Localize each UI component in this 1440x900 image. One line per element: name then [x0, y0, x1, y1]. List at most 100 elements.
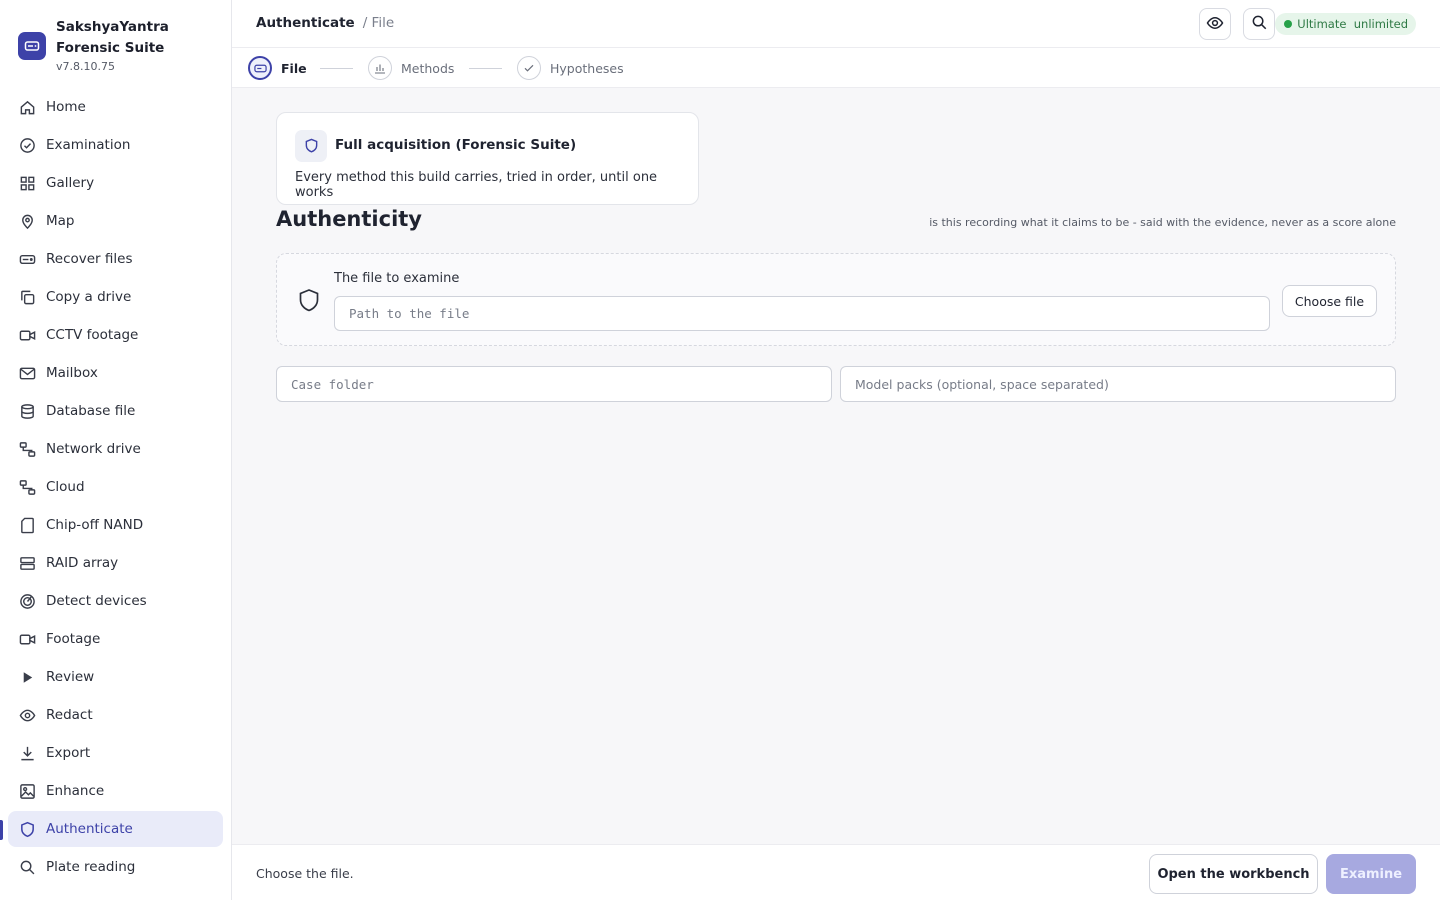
- shield-icon: [295, 130, 327, 162]
- sidebar-item-label: Enhance: [46, 783, 105, 799]
- sidebar-item-label: Home: [46, 99, 86, 115]
- card-description: Every method this build carries, tried i…: [295, 170, 658, 200]
- video-icon: [18, 630, 36, 648]
- license-badge-label: Ultimate unlimited: [1297, 17, 1408, 31]
- preview-button[interactable]: [1199, 8, 1231, 40]
- sidebar-item-label: Redact: [46, 707, 93, 723]
- sidebar-item-gallery[interactable]: Gallery: [8, 165, 223, 201]
- grid-icon: [18, 174, 36, 192]
- case-folder-input[interactable]: [276, 366, 832, 402]
- sidebar-item-chip-off-nand[interactable]: Chip-off NAND: [8, 507, 223, 543]
- step-label: Methods: [401, 60, 455, 76]
- step-methods[interactable]: Methods: [368, 56, 454, 80]
- app-version: v7.8.10.75: [56, 60, 115, 73]
- sidebar-item-review[interactable]: Review: [8, 659, 223, 695]
- sidebar-item-label: Network drive: [46, 441, 141, 457]
- breadcrumb-current: / File: [362, 15, 395, 31]
- sidebar-item-recover-files[interactable]: Recover files: [8, 241, 223, 277]
- page-subtitle: is this recording what it claims to be -…: [929, 216, 1396, 229]
- open-workbench-button[interactable]: Open the workbench: [1149, 854, 1318, 894]
- shield-icon: [297, 288, 321, 318]
- step-label: File: [281, 60, 307, 76]
- sidebar-item-home[interactable]: Home: [8, 89, 223, 125]
- sidebar-item-map[interactable]: Map: [8, 203, 223, 239]
- image-icon: [18, 782, 36, 800]
- file-dropzone[interactable]: The file to examine Choose file: [276, 253, 1396, 346]
- sidebar-item-export[interactable]: Export: [8, 735, 223, 771]
- search-icon: [18, 858, 36, 876]
- sidebar-item-label: Authenticate: [46, 821, 133, 837]
- model-packs-input[interactable]: [840, 366, 1396, 402]
- play-icon: [18, 668, 36, 686]
- hard-drive-icon: [18, 250, 36, 268]
- file-field-label: The file to examine: [334, 271, 460, 286]
- map-pin-icon: [18, 212, 36, 230]
- sidebar-item-label: Cloud: [46, 479, 85, 495]
- sidebar-item-mailbox[interactable]: Mailbox: [8, 355, 223, 391]
- examine-button[interactable]: Examine: [1326, 854, 1416, 894]
- search-icon: [1251, 14, 1268, 34]
- sidebar-item-label: CCTV footage: [46, 327, 139, 343]
- sidebar-item-plate-reading[interactable]: Plate reading: [8, 849, 223, 885]
- step-label: Hypotheses: [550, 60, 624, 76]
- status-dot-icon: [1284, 20, 1293, 28]
- copy-icon: [18, 288, 36, 306]
- choose-file-button[interactable]: Choose file: [1282, 285, 1377, 317]
- acquisition-card[interactable]: Full acquisition (Forensic Suite) Every …: [276, 112, 699, 205]
- sidebar-item-label: Plate reading: [46, 859, 136, 875]
- sidebar-item-label: Footage: [46, 631, 101, 647]
- sd-card-icon: [18, 516, 36, 534]
- sidebar-item-database-file[interactable]: Database file: [8, 393, 223, 429]
- active-indicator: [0, 820, 3, 840]
- app-logo-icon: [18, 32, 46, 60]
- sidebar-item-footage[interactable]: Footage: [8, 621, 223, 657]
- database-icon: [18, 402, 36, 420]
- sidebar-item-label: Mailbox: [46, 365, 98, 381]
- bar-chart-icon: [368, 56, 392, 80]
- card-title: Full acquisition (Forensic Suite): [335, 137, 577, 153]
- action-footer: Choose the file. Open the workbench Exam…: [232, 844, 1440, 900]
- page-title: Authenticity: [276, 207, 422, 231]
- check-icon: [517, 56, 541, 80]
- sidebar-item-cloud[interactable]: Cloud: [8, 469, 223, 505]
- file-path-input[interactable]: [334, 296, 1270, 331]
- home-icon: [18, 98, 36, 116]
- sidebar-item-label: RAID array: [46, 555, 119, 571]
- sidebar-item-label: Examination: [46, 137, 131, 153]
- sidebar-nav: Home Examination Gallery Map Recover fil…: [8, 89, 223, 887]
- sidebar-item-redact[interactable]: Redact: [8, 697, 223, 733]
- sidebar-item-cctv-footage[interactable]: CCTV footage: [8, 317, 223, 353]
- search-button[interactable]: [1243, 8, 1275, 40]
- sidebar-item-raid-array[interactable]: RAID array: [8, 545, 223, 581]
- step-connector: [320, 68, 353, 69]
- breadcrumb: Authenticate / File: [256, 15, 394, 31]
- mail-icon: [18, 364, 36, 382]
- step-file[interactable]: File: [248, 56, 307, 80]
- stepper: File Methods Hypotheses: [232, 48, 1440, 88]
- step-hypotheses[interactable]: Hypotheses: [517, 56, 624, 80]
- radar-icon: [18, 592, 36, 610]
- sidebar-item-label: Recover files: [46, 251, 133, 267]
- download-icon: [18, 744, 36, 762]
- sidebar-item-network-drive[interactable]: Network drive: [8, 431, 223, 467]
- network-icon: [18, 478, 36, 496]
- sidebar-item-authenticate[interactable]: Authenticate: [8, 811, 223, 847]
- sidebar: SakshyaYantra Forensic Suite v7.8.10.75 …: [0, 0, 232, 900]
- breadcrumb-main[interactable]: Authenticate: [256, 15, 355, 31]
- video-icon: [18, 326, 36, 344]
- sidebar-item-label: Database file: [46, 403, 136, 419]
- sidebar-item-examination[interactable]: Examination: [8, 127, 223, 163]
- brand: SakshyaYantra Forensic Suite v7.8.10.75: [18, 17, 216, 73]
- sidebar-item-detect-devices[interactable]: Detect devices: [8, 583, 223, 619]
- sidebar-item-enhance[interactable]: Enhance: [8, 773, 223, 809]
- shield-icon: [18, 820, 36, 838]
- eye-icon: [1206, 14, 1224, 35]
- network-icon: [18, 440, 36, 458]
- server-icon: [18, 554, 36, 572]
- license-badge: Ultimate unlimited: [1275, 13, 1416, 35]
- top-bar: Authenticate / File Ultimate unlimited: [232, 0, 1440, 48]
- sidebar-item-copy-a-drive[interactable]: Copy a drive: [8, 279, 223, 315]
- sidebar-item-label: Copy a drive: [46, 289, 132, 305]
- file-step-icon: [248, 56, 272, 80]
- step-connector: [469, 68, 502, 69]
